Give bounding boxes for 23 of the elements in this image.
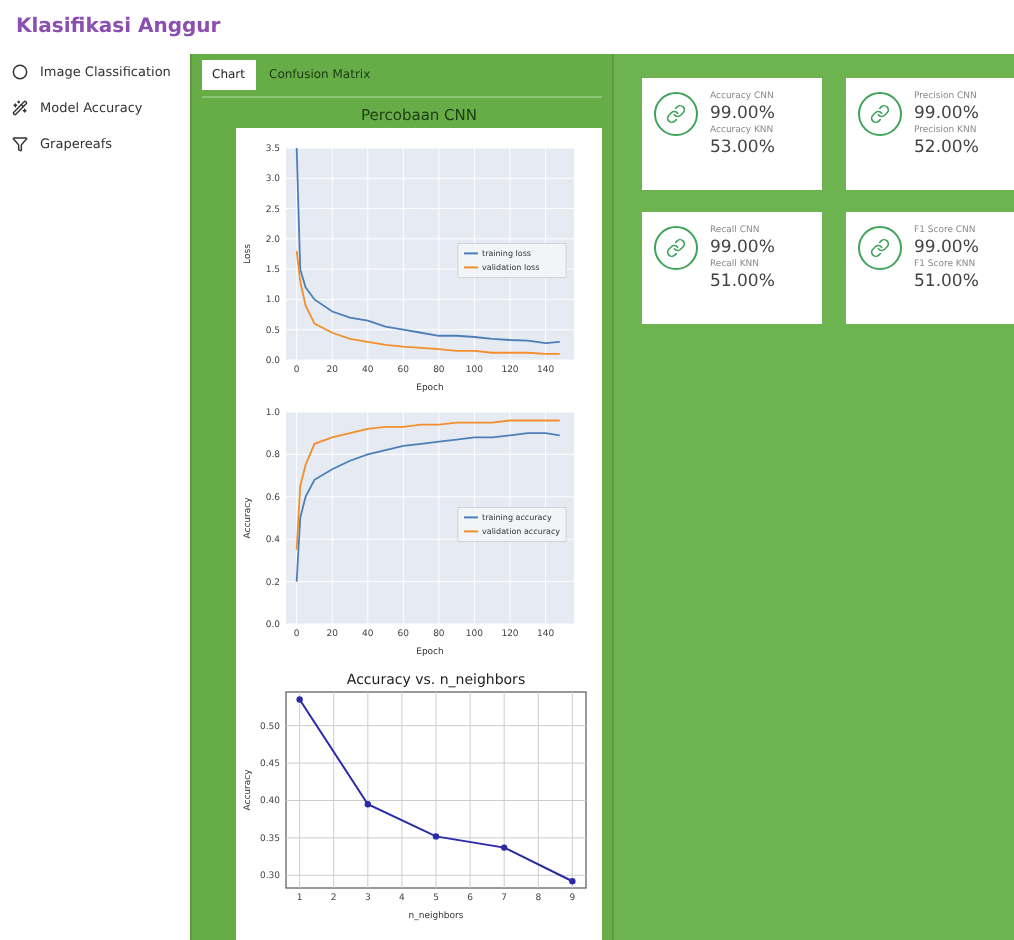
metric-value: 99.00% — [914, 104, 979, 124]
data-point — [295, 696, 302, 703]
metric-value: 51.00% — [914, 272, 979, 292]
legend — [456, 507, 566, 542]
filter-icon — [12, 136, 28, 152]
metric-value: 99.00% — [710, 104, 775, 124]
data-point — [363, 801, 370, 808]
data-point — [568, 878, 575, 885]
metric-value: 53.00% — [710, 138, 775, 158]
link-icon — [654, 226, 698, 270]
metric-value: 99.00% — [914, 238, 979, 258]
legend — [456, 243, 566, 278]
circle-icon — [12, 64, 28, 80]
wand-icon — [12, 100, 28, 116]
metric-value: 52.00% — [914, 138, 979, 158]
app-title: Klasifikasi Anggur — [16, 16, 221, 38]
data-point — [431, 833, 439, 840]
link-icon — [858, 92, 902, 136]
link-icon — [654, 92, 698, 136]
data-point — [500, 844, 507, 851]
metric-value: 99.00% — [710, 238, 775, 258]
metric-value: 51.00% — [710, 272, 775, 292]
link-icon — [858, 226, 902, 270]
